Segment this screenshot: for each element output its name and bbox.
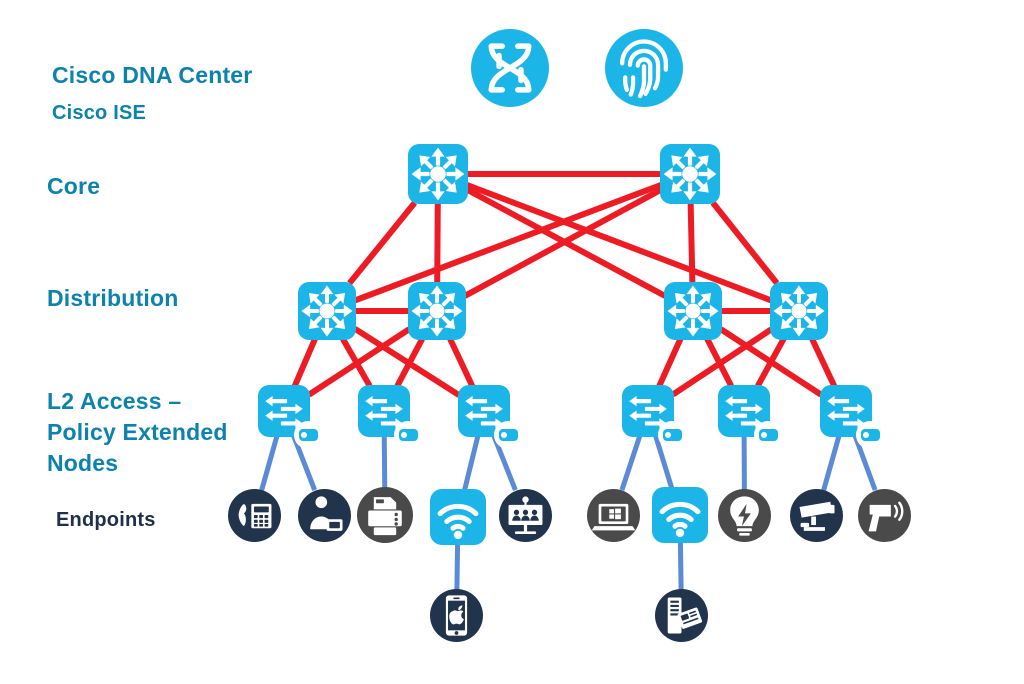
medical-device-icon bbox=[298, 489, 351, 542]
label-cisco-ise: Cisco ISE bbox=[52, 102, 147, 124]
controller-dnac[interactable] bbox=[471, 29, 549, 107]
endpoint-ep-ap-right[interactable] bbox=[652, 487, 708, 543]
distribution-node-dist1[interactable] bbox=[298, 282, 356, 340]
dna-helix-icon bbox=[471, 29, 549, 107]
endpoint-ep-light[interactable] bbox=[718, 489, 771, 542]
router-icon bbox=[660, 144, 720, 204]
fabric-link-core2-dist4 bbox=[710, 200, 780, 286]
endpoint-ep-scanner[interactable] bbox=[858, 489, 911, 542]
fabric-link-core1-dist1 bbox=[347, 200, 417, 286]
endpoint-ep-camera[interactable] bbox=[790, 489, 843, 542]
fabric-link-dist1-acc1 bbox=[291, 337, 318, 388]
fabric-link-dist4-acc5 bbox=[755, 337, 787, 388]
access-node-acc6[interactable] bbox=[820, 385, 884, 449]
endpoint-ep-badge[interactable] bbox=[655, 589, 708, 642]
core-node-core1[interactable] bbox=[408, 144, 468, 204]
label-endpoints: Endpoints bbox=[56, 509, 156, 531]
endpoint-link-acc1-ep-phone bbox=[259, 435, 280, 491]
endpoint-ep-laptop[interactable] bbox=[587, 489, 640, 542]
router-icon bbox=[298, 282, 356, 340]
policy-tag-badge bbox=[294, 421, 322, 449]
endpoint-ep-mobile[interactable] bbox=[430, 589, 483, 642]
printer-icon bbox=[357, 487, 413, 543]
network-topology-diagram: Cisco DNA Center Cisco ISE Core Distribu… bbox=[0, 0, 1024, 684]
controller-ise[interactable] bbox=[605, 29, 683, 107]
barcode-scanner-icon bbox=[858, 489, 911, 542]
laptop-icon bbox=[587, 489, 640, 542]
endpoint-ep-medical[interactable] bbox=[298, 489, 351, 542]
label-core: Core bbox=[47, 173, 101, 199]
endpoint-ep-phone[interactable] bbox=[228, 489, 281, 542]
video-conference-icon bbox=[499, 489, 552, 542]
ip-phone-icon bbox=[228, 489, 281, 542]
distribution-node-dist2[interactable] bbox=[408, 282, 466, 340]
policy-tag-badge bbox=[754, 421, 782, 449]
distribution-node-dist3[interactable] bbox=[664, 282, 722, 340]
policy-tag-pill bbox=[498, 429, 518, 441]
router-icon bbox=[408, 144, 468, 204]
policy-tag-badge bbox=[856, 421, 884, 449]
distribution-node-dist4[interactable] bbox=[770, 282, 828, 340]
fabric-link-dist4-acc6 bbox=[809, 337, 837, 388]
access-node-acc3[interactable] bbox=[458, 385, 522, 449]
label-l2-access-line3: Nodes bbox=[47, 450, 119, 476]
label-distribution: Distribution bbox=[47, 285, 179, 311]
endpoint-link-acc6-ep-camera bbox=[821, 435, 842, 491]
policy-tag-badge bbox=[658, 421, 686, 449]
policy-tag-pill bbox=[662, 429, 682, 441]
endpoint-link-ep-ap-right-ep-badge bbox=[677, 541, 684, 591]
access-node-acc5[interactable] bbox=[718, 385, 782, 449]
policy-tag-badge bbox=[394, 421, 422, 449]
smart-lighting-icon bbox=[718, 489, 771, 542]
endpoint-ep-printer[interactable] bbox=[357, 487, 413, 543]
endpoint-ep-video[interactable] bbox=[499, 489, 552, 542]
label-l2-access-line2: Policy Extended bbox=[47, 419, 228, 445]
router-icon bbox=[664, 282, 722, 340]
access-node-acc1[interactable] bbox=[258, 385, 322, 449]
wireless-ap-icon bbox=[430, 489, 486, 545]
fabric-link-dist2-acc3 bbox=[447, 337, 475, 388]
fabric-link-dist3-acc4 bbox=[656, 337, 684, 388]
endpoint-ep-ap-left[interactable] bbox=[430, 489, 486, 545]
policy-tag-pill bbox=[758, 429, 778, 441]
access-node-acc4[interactable] bbox=[622, 385, 686, 449]
endpoint-link-acc3-ep-ap-left bbox=[462, 435, 481, 491]
endpoint-link-acc4-ep-laptop bbox=[619, 435, 643, 491]
fabric-link-core2-dist3 bbox=[687, 202, 696, 284]
policy-tag-pill bbox=[398, 429, 418, 441]
endpoint-link-ep-ap-left-ep-mobile bbox=[454, 543, 461, 591]
policy-tag-badge bbox=[494, 421, 522, 449]
label-cisco-dna-center: Cisco DNA Center bbox=[52, 62, 253, 88]
security-camera-icon bbox=[790, 489, 843, 542]
badge-reader-icon bbox=[655, 589, 708, 642]
wireless-ap-icon bbox=[652, 487, 708, 543]
core-node-core2[interactable] bbox=[660, 144, 720, 204]
access-node-acc2[interactable] bbox=[358, 385, 422, 449]
policy-tag-pill bbox=[860, 429, 880, 441]
smartphone-icon bbox=[430, 589, 483, 642]
router-icon bbox=[408, 282, 466, 340]
policy-tag-pill bbox=[298, 429, 318, 441]
router-icon bbox=[770, 282, 828, 340]
fabric-link-dist2-acc2 bbox=[394, 337, 425, 388]
endpoint-link-acc2-ep-printer bbox=[381, 435, 388, 489]
label-l2-access-line1: L2 Access – bbox=[47, 388, 182, 414]
fingerprint-icon bbox=[605, 29, 683, 107]
